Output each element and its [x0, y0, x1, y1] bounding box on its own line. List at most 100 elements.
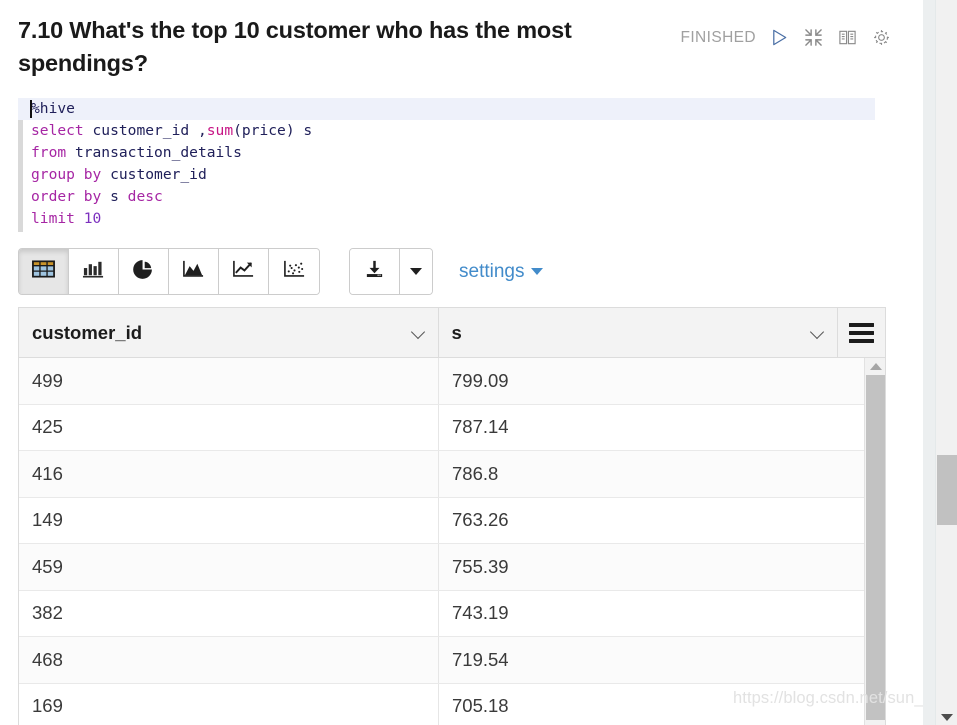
run-icon[interactable] [769, 27, 790, 48]
settings-label: settings [459, 260, 525, 282]
table-cell: 149 [19, 497, 439, 543]
page-margin [923, 0, 935, 725]
download-button[interactable] [350, 249, 400, 294]
code-editor[interactable]: %hive select customer_id ,sum(price) s fro… [18, 98, 886, 232]
pie-chart-icon [132, 259, 155, 285]
code-line[interactable]: group by customer_id [29, 164, 886, 186]
zeppelin-notebook-paragraph: 7.10 What's the top 10 customer who has … [0, 0, 957, 725]
scatter-chart-button[interactable] [269, 249, 319, 294]
page-scrollbar[interactable] [935, 0, 957, 725]
code-token: s [101, 188, 128, 205]
code-token: 10 [83, 210, 102, 227]
table-cell: 499 [19, 358, 439, 404]
table-scrollbar[interactable] [864, 358, 885, 725]
chart-type-button-group [18, 248, 320, 295]
table-row[interactable]: 499 799.09 [19, 358, 885, 405]
results-table: customer_id s 499 799.09 425 787.14 416 786.8 1… [18, 307, 886, 725]
code-token: transaction_details [66, 144, 242, 161]
paragraph-actions: FINISHED [680, 27, 892, 48]
table-row[interactable]: 169 705.18 [19, 683, 885, 725]
page-title: 7.10 What's the top 10 customer who has … [18, 17, 572, 77]
scroll-down-arrow-icon[interactable] [941, 714, 953, 721]
table-cell: 743.19 [452, 602, 509, 624]
hamburger-icon [849, 322, 875, 343]
line-chart-button[interactable] [219, 249, 269, 294]
code-token: price [241, 122, 286, 139]
table-body: 499 799.09 425 787.14 416 786.8 149 763.26 459 75… [19, 358, 885, 725]
chevron-down-icon[interactable] [811, 326, 825, 340]
table-cell: 705.18 [452, 695, 509, 717]
table-row[interactable]: 382 743.19 [19, 590, 885, 637]
scatter-chart-icon [283, 259, 306, 284]
settings-toggle[interactable]: settings [459, 260, 544, 283]
download-button-group [349, 248, 433, 295]
code-token: %hive [31, 100, 75, 117]
code-token: ) s [285, 122, 313, 139]
bar-chart-button[interactable] [69, 249, 119, 294]
table-cell: 786.8 [452, 462, 499, 484]
download-icon [364, 259, 385, 284]
table-cell: 382 [19, 590, 439, 636]
book-icon[interactable] [837, 27, 858, 48]
table-row[interactable]: 416 786.8 [19, 451, 885, 498]
code-token: customer_id [92, 122, 190, 139]
code-token: sum [206, 122, 234, 139]
code-token: from [31, 144, 67, 161]
code-line[interactable]: limit 10 [29, 208, 886, 230]
table-column-header-s[interactable]: s [438, 308, 839, 357]
code-token: group [31, 166, 75, 183]
visualization-toolbar: settings [18, 248, 544, 295]
table-cell: 169 [19, 683, 439, 725]
table-view-button[interactable] [19, 249, 69, 294]
code-line[interactable]: from transaction_details [29, 142, 886, 164]
bar-chart-icon [82, 259, 105, 284]
code-token: limit [31, 210, 75, 227]
scroll-up-button[interactable] [865, 358, 885, 374]
table-cell: 416 [19, 451, 439, 497]
table-cell: 755.39 [452, 555, 509, 577]
table-row[interactable]: 459 755.39 [19, 544, 885, 591]
column-header-label: s [451, 321, 462, 343]
table-menu-button[interactable] [838, 308, 885, 357]
line-chart-icon [232, 259, 255, 284]
table-column-header-customer_id[interactable]: customer_id [19, 308, 439, 357]
table-cell: 468 [19, 637, 439, 683]
download-format-dropdown[interactable] [400, 249, 432, 294]
code-token: by [83, 166, 102, 183]
code-token: by [83, 188, 102, 205]
code-token: order [31, 188, 75, 205]
code-token: , [189, 122, 207, 139]
gear-icon[interactable] [871, 27, 892, 48]
text-cursor [30, 100, 32, 118]
pie-chart-button[interactable] [119, 249, 169, 294]
table-row[interactable]: 425 787.14 [19, 404, 885, 451]
table-header-row: customer_id s [19, 308, 885, 358]
code-line[interactable]: select customer_id ,sum(price) s [29, 120, 886, 142]
table-row[interactable]: 468 719.54 [19, 637, 885, 684]
status-badge: FINISHED [680, 28, 756, 46]
collapse-icon[interactable] [803, 27, 824, 48]
code-line[interactable]: %hive [18, 98, 875, 120]
chevron-down-icon [531, 268, 544, 275]
code-token: ( [233, 122, 242, 139]
column-header-label: customer_id [32, 321, 143, 343]
table-cell: 459 [19, 544, 439, 590]
page-scrollbar-thumb[interactable] [937, 455, 957, 525]
table-cell: 787.14 [452, 416, 509, 438]
paragraph-header: 7.10 What's the top 10 customer who has … [0, 0, 920, 92]
table-cell: 425 [19, 404, 439, 450]
code-line[interactable]: order by s desc [29, 186, 886, 208]
code-token: desc [127, 188, 163, 205]
chevron-down-icon[interactable] [412, 326, 426, 340]
table-rows-container: 499 799.09 425 787.14 416 786.8 149 763.26 459 75… [19, 358, 885, 725]
area-chart-button[interactable] [169, 249, 219, 294]
table-cell: 719.54 [452, 648, 509, 670]
table-scrollbar-thumb[interactable] [866, 375, 885, 720]
code-lines[interactable]: %hive select customer_id ,sum(price) s fro… [18, 98, 886, 230]
table-row[interactable]: 149 763.26 [19, 497, 885, 544]
table-cell: 799.09 [452, 369, 509, 391]
triangle-up-icon [869, 362, 882, 370]
